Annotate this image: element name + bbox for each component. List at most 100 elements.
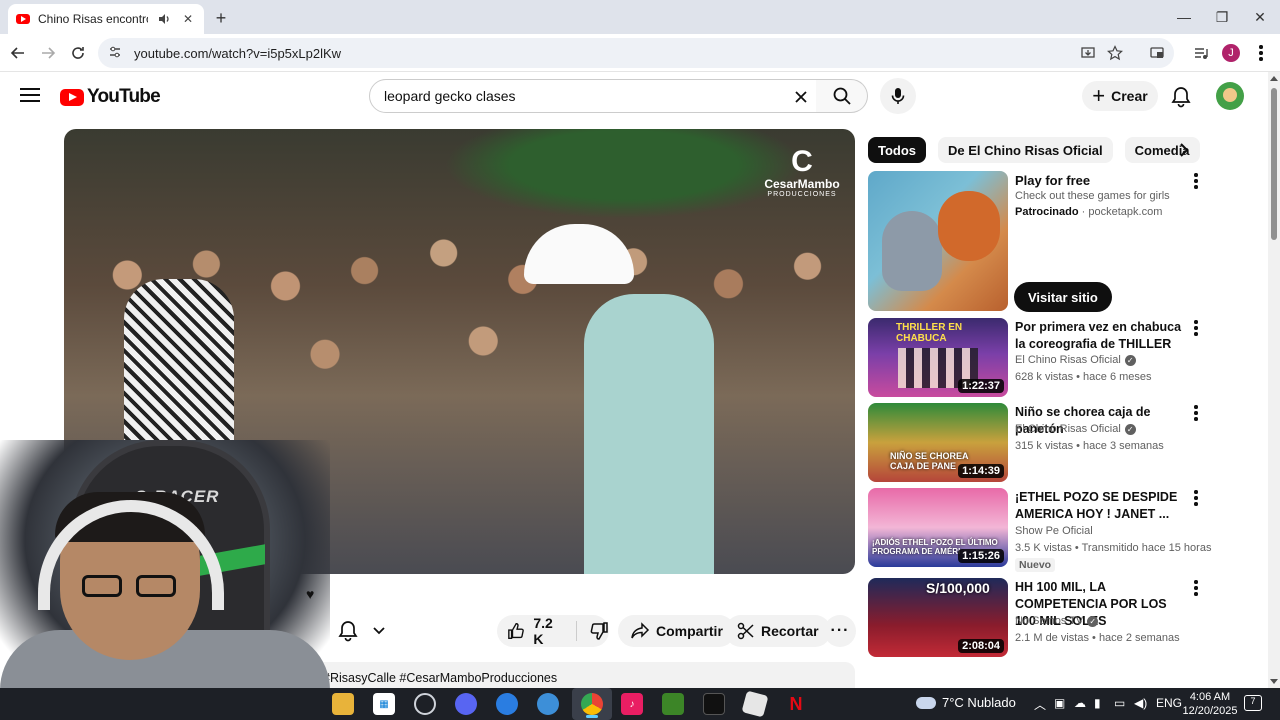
- bookmark-star-icon[interactable]: [1102, 40, 1128, 66]
- app-icon[interactable]: [537, 693, 559, 715]
- close-tab-icon[interactable]: ✕: [180, 11, 196, 27]
- account-avatar[interactable]: [1216, 82, 1244, 110]
- address-bar[interactable]: youtube.com/watch?v=i5p5xLp2lKw: [98, 38, 1174, 68]
- maximize-button[interactable]: ❐: [1202, 0, 1242, 34]
- description-hashtags[interactable]: icial #RisasyCalle #CesarMamboProduccion…: [298, 671, 557, 685]
- language-indicator[interactable]: ENG: [1156, 696, 1182, 710]
- video-thumbnail[interactable]: THRILLER EN CHABUCA 1:22:37: [868, 318, 1008, 397]
- weather-widget[interactable]: 7°C Nublado: [916, 695, 1016, 710]
- share-icon: [631, 622, 650, 639]
- scroll-down-arrow-icon[interactable]: [1270, 679, 1278, 684]
- chip-todos[interactable]: Todos: [868, 137, 927, 163]
- search-button[interactable]: [816, 79, 868, 113]
- dislike-button[interactable]: [577, 621, 609, 641]
- video-channel[interactable]: El Chino Risas Oficial ✓: [1015, 354, 1136, 366]
- video-menu-icon[interactable]: [1188, 318, 1204, 338]
- discord-icon[interactable]: [455, 693, 477, 715]
- tray-mic-icon[interactable]: ▮: [1094, 696, 1101, 710]
- forward-button[interactable]: [35, 40, 61, 66]
- subscription-bell-button[interactable]: [338, 615, 398, 647]
- cast-icon[interactable]: [1144, 40, 1170, 66]
- chips-next-chevron-icon[interactable]: [1172, 138, 1196, 162]
- like-dislike-group: 7.2 K: [497, 615, 609, 647]
- video-menu-icon[interactable]: [1188, 403, 1204, 423]
- clip-label: Recortar: [761, 623, 819, 639]
- video-thumbnail[interactable]: S/100,000 2:08:04: [868, 578, 1008, 657]
- browser-tab[interactable]: Chino Risas encontró el am ✕: [8, 4, 204, 34]
- video-channel[interactable]: No Somos TV ✓: [1015, 615, 1099, 627]
- scroll-up-arrow-icon[interactable]: [1270, 76, 1278, 81]
- site-info-icon[interactable]: [108, 45, 122, 62]
- streamer-webcam-overlay: S-RACER: [0, 440, 330, 690]
- youtube-logo[interactable]: YouTube: [60, 86, 161, 108]
- scrollbar-thumb[interactable]: [1271, 88, 1277, 240]
- video-menu-icon[interactable]: [1188, 488, 1204, 508]
- ad-thumbnail[interactable]: [868, 171, 1008, 311]
- new-tab-button[interactable]: +: [210, 7, 232, 29]
- video-thumbnail[interactable]: ¡ADIÓS ETHEL POZO EL ÚLTIMO PROGRAMA DE …: [868, 488, 1008, 567]
- hamburger-menu-icon[interactable]: [18, 84, 42, 108]
- tray-app-icon[interactable]: ▣: [1054, 696, 1065, 710]
- ad-title[interactable]: Play for free: [1015, 173, 1090, 188]
- sponsored-ad[interactable]: Play for free Check out these games for …: [868, 171, 1204, 312]
- ad-menu-icon[interactable]: [1188, 171, 1204, 191]
- recommended-video[interactable]: THRILLER EN CHABUCA 1:22:37 Por primera …: [868, 318, 1204, 398]
- clock-time: 4:06 AM: [1189, 691, 1231, 703]
- reload-button[interactable]: [65, 40, 91, 66]
- chrome-icon[interactable]: [581, 693, 603, 715]
- netflix-icon[interactable]: N: [785, 693, 807, 715]
- share-button[interactable]: Compartir: [618, 615, 735, 647]
- create-button[interactable]: + Crear: [1082, 81, 1158, 111]
- more-actions-button[interactable]: ···: [824, 615, 856, 647]
- onedrive-icon[interactable]: ☁: [1074, 696, 1086, 710]
- clear-search-icon[interactable]: [788, 84, 814, 110]
- visit-site-button[interactable]: Visitar sitio: [1014, 282, 1112, 312]
- recommended-video[interactable]: ¡ADIÓS ETHEL POZO EL ÚLTIMO PROGRAMA DE …: [868, 488, 1211, 572]
- video-channel[interactable]: Show Pe Oficial: [1015, 525, 1093, 537]
- tiktok-icon[interactable]: ♪: [621, 693, 643, 715]
- recommended-video[interactable]: NIÑO SE CHOREA CAJA DE PANE 1:14:39 Niño…: [868, 403, 1204, 483]
- minimize-button[interactable]: —: [1164, 0, 1204, 34]
- app-icon[interactable]: [496, 693, 518, 715]
- youtube-header: YouTube leopard gecko clases + Crear: [0, 72, 1268, 122]
- watermark-sub: PRODUCCIONES: [767, 191, 837, 198]
- video-meta: 628 k vistas • hace 6 meses: [1015, 371, 1152, 383]
- obs-icon[interactable]: [414, 693, 436, 715]
- video-menu-icon[interactable]: [1188, 578, 1204, 598]
- install-app-icon[interactable]: [1075, 40, 1101, 66]
- tray-overflow-chevron-icon[interactable]: ︿: [1034, 696, 1046, 713]
- close-window-button[interactable]: ✕: [1240, 0, 1280, 34]
- cloud-icon: [916, 696, 936, 709]
- microsoft-store-icon[interactable]: ▦: [373, 693, 395, 715]
- notifications-bell-icon[interactable]: [1168, 84, 1194, 110]
- speaker-icon[interactable]: [156, 11, 172, 27]
- media-controls-icon[interactable]: [1188, 40, 1214, 66]
- clip-button[interactable]: Recortar: [725, 615, 831, 647]
- youtube-logo-text: YouTube: [87, 86, 161, 107]
- notifications-icon[interactable]: 7: [1244, 695, 1262, 711]
- voice-search-button[interactable]: [880, 78, 916, 114]
- browser-menu-icon[interactable]: [1248, 40, 1274, 66]
- video-channel[interactable]: El Chino Risas Oficial ✓: [1015, 423, 1136, 435]
- ad-meta: Patrocinado · pocketapk.com: [1015, 206, 1162, 218]
- ad-domain: pocketapk.com: [1088, 206, 1163, 218]
- file-explorer-icon[interactable]: [332, 693, 354, 715]
- volume-icon[interactable]: ◀): [1134, 696, 1147, 710]
- video-thumbnail[interactable]: NIÑO SE CHOREA CAJA DE PANE 1:14:39: [868, 403, 1008, 482]
- roblox-icon[interactable]: [741, 690, 769, 718]
- verified-check-icon: ✓: [1124, 423, 1136, 435]
- profile-button[interactable]: J: [1218, 40, 1244, 66]
- search-input[interactable]: leopard gecko clases: [369, 79, 817, 113]
- network-icon[interactable]: ▭: [1114, 696, 1125, 710]
- page-scrollbar[interactable]: [1268, 72, 1280, 688]
- epic-games-icon[interactable]: [703, 693, 725, 715]
- chip-channel[interactable]: De El Chino Risas Oficial: [938, 137, 1113, 163]
- like-button[interactable]: 7.2 K: [497, 615, 577, 647]
- minecraft-icon[interactable]: [662, 693, 684, 715]
- back-button[interactable]: [5, 40, 31, 66]
- video-title[interactable]: ¡ETHEL POZO SE DESPIDE AMERICA HOY ! JAN…: [1015, 489, 1187, 523]
- like-count: 7.2 K: [533, 615, 553, 647]
- video-title[interactable]: Por primera vez en chabuca la coreografi…: [1015, 319, 1187, 353]
- clock[interactable]: 4:06 AM 12/20/2025: [1180, 690, 1240, 718]
- recommended-video[interactable]: S/100,000 2:08:04 HH 100 MIL, LA COMPETE…: [868, 578, 1204, 658]
